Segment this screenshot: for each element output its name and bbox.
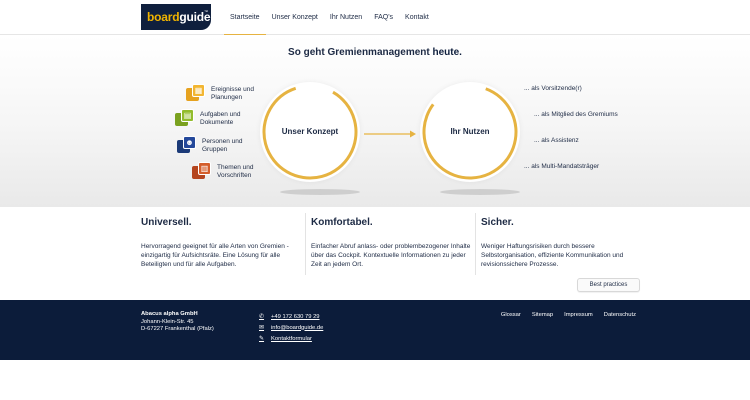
email-link[interactable]: ✉ info@boardguide.de xyxy=(259,322,323,333)
footer-link-impressum[interactable]: Impressum xyxy=(564,312,593,318)
role-multi-mandate: ... als Multi-Mandatsträger xyxy=(524,163,600,170)
role-assistant: ... als Assistenz xyxy=(534,137,579,144)
feature-people: ☻ Personen und Gruppen xyxy=(177,136,242,155)
calendar-icon: ▦ xyxy=(186,84,207,103)
nav-startseite[interactable]: Startseite xyxy=(224,0,266,35)
role-chair: ... als Vorsitzende(r) xyxy=(524,85,582,92)
site-header: board guide ™ Startseite Unser Konzept Ih… xyxy=(0,0,750,35)
footer-link-sitemap[interactable]: Sitemap xyxy=(532,312,553,318)
people-icon: ☻ xyxy=(177,136,198,155)
column-title: Universell. xyxy=(141,217,192,228)
footer-links: Glossar Sitemap Impressum Datenschutz xyxy=(490,312,636,318)
feature-topics: ▥ Themen und Vorschriften xyxy=(192,162,254,181)
benefit-circle[interactable]: Ihr Nutzen xyxy=(420,82,520,182)
company-city: D-67227 Frankenthal (Pfalz) xyxy=(141,326,214,332)
mail-icon: ✉ xyxy=(259,325,265,331)
concept-circle[interactable]: Unser Konzept xyxy=(260,82,360,182)
column-text: Hervorragend geeignet für alle Arten von… xyxy=(141,243,289,268)
nav-faqs[interactable]: FAQ's xyxy=(368,0,399,35)
column-universell: Universell. Hervorragend geeignet für al… xyxy=(141,207,303,297)
concept-label: Unser Konzept xyxy=(281,127,339,136)
nav-kontakt[interactable]: Kontakt xyxy=(399,0,435,35)
column-divider xyxy=(475,213,476,275)
phone-link[interactable]: ✆ +49 172 630 79 29 xyxy=(259,311,323,322)
site-footer: Abacus alpha GmbH Johann-Klein-Str. 45 D… xyxy=(0,300,750,360)
column-text: Weniger Haftungsrisiken durch bessere Se… xyxy=(481,243,624,268)
topics-icon: ▥ xyxy=(192,162,213,181)
column-title: Sicher. xyxy=(481,217,514,228)
arrow-right-icon xyxy=(364,130,416,138)
contact-form-link[interactable]: ✎ Kontaktformular xyxy=(259,333,323,344)
best-practices-button[interactable]: Best practices xyxy=(577,278,640,292)
hero-title: So geht Gremienmanagement heute. xyxy=(288,47,462,58)
boardguide-logo[interactable]: board guide ™ xyxy=(141,4,211,30)
main-nav: Startseite Unser Konzept Ihr Nutzen FAQ'… xyxy=(224,0,435,35)
company-address: Abacus alpha GmbH Johann-Klein-Str. 45 D… xyxy=(141,311,214,334)
phone-icon: ✆ xyxy=(259,314,265,320)
column-divider xyxy=(305,213,306,275)
nav-unser-konzept[interactable]: Unser Konzept xyxy=(266,0,324,35)
benefit-label: Ihr Nutzen xyxy=(450,127,490,136)
feature-events: ▦ Ereignisse und Planungen xyxy=(186,84,254,103)
column-title: Komfortabel. xyxy=(311,217,373,228)
nav-ihr-nutzen[interactable]: Ihr Nutzen xyxy=(324,0,368,35)
hero-section: So geht Gremienmanagement heute. ▦ Ereig… xyxy=(0,35,750,207)
role-member: ... als Mitglied des Gremiums xyxy=(534,111,618,118)
contact-list: ✆ +49 172 630 79 29 ✉ info@boardguide.de ✎… xyxy=(259,311,323,344)
benefit-shadow xyxy=(440,189,520,195)
documents-icon: ▤ xyxy=(175,109,196,128)
feature-tasks: ▤ Aufgaben und Dokumente xyxy=(175,109,240,128)
column-komfortabel: Komfortabel. Einfacher Abruf anlass- ode… xyxy=(311,207,473,297)
footer-link-datenschutz[interactable]: Datenschutz xyxy=(604,312,636,318)
column-text: Einfacher Abruf anlass- oder problembezo… xyxy=(311,243,471,268)
pencil-icon: ✎ xyxy=(259,336,265,342)
company-name: Abacus alpha GmbH xyxy=(141,311,198,317)
footer-link-glossar[interactable]: Glossar xyxy=(501,312,521,318)
company-street: Johann-Klein-Str. 45 xyxy=(141,318,194,325)
concept-shadow xyxy=(280,189,360,195)
